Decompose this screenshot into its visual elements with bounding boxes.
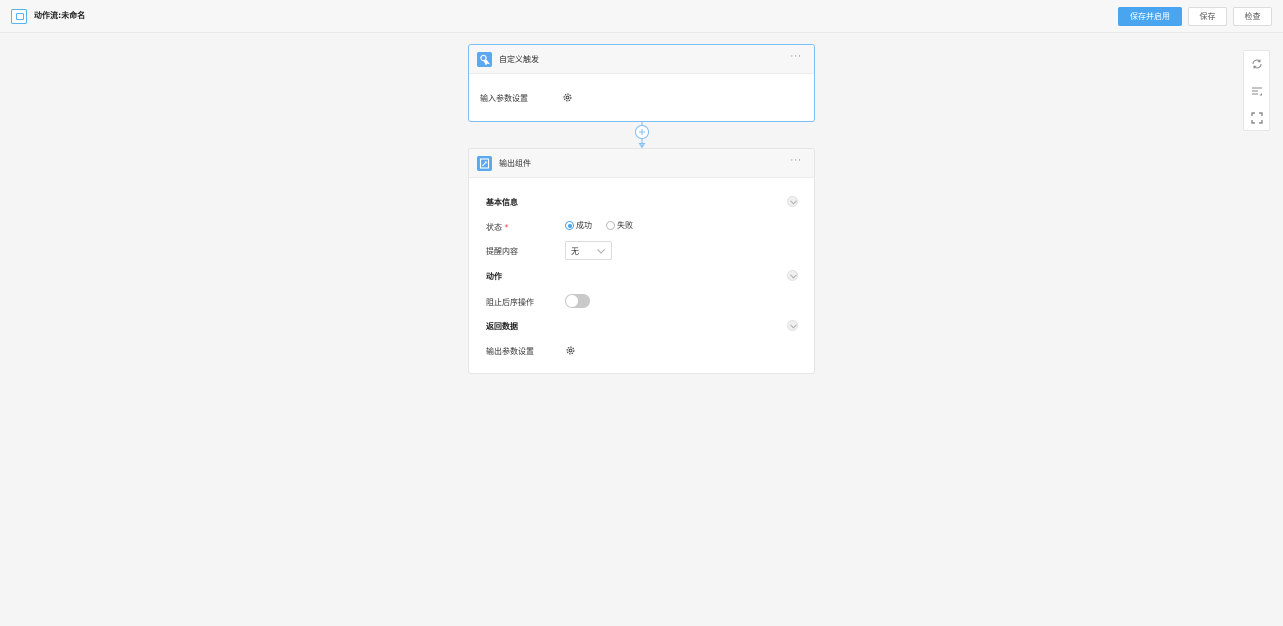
status-label-text: 状态 <box>486 223 502 232</box>
fit-screen-icon <box>1251 112 1263 124</box>
trigger-more-button[interactable]: ··· <box>790 52 802 62</box>
refresh-icon <box>1252 59 1262 69</box>
message-label: 提醒内容 <box>486 247 518 256</box>
save-and-enable-button[interactable]: 保存并启用 <box>1118 7 1182 26</box>
output-params-label: 输出参数设置 <box>486 347 534 356</box>
status-radio-success[interactable] <box>565 221 574 230</box>
message-select-value: 无 <box>571 247 579 256</box>
action-section-title: 动作 <box>486 272 502 281</box>
page-title: 动作流:未命名 <box>34 11 86 20</box>
list-sort-tool-button[interactable] <box>1244 78 1269 104</box>
basic-info-section-title: 基本信息 <box>486 198 518 207</box>
canvas-tools-panel <box>1243 50 1270 131</box>
check-button[interactable]: 检查 <box>1233 7 1272 26</box>
output-card-title: 输出组件 <box>499 159 531 168</box>
list-sort-icon <box>1252 87 1262 96</box>
output-more-button[interactable]: ··· <box>790 156 802 166</box>
trigger-node-icon <box>477 52 492 67</box>
action-collapse-icon[interactable] <box>787 270 798 281</box>
status-option-fail-label[interactable]: 失败 <box>617 220 633 231</box>
block-subsequent-toggle[interactable] <box>565 294 590 308</box>
output-node-icon <box>477 156 492 171</box>
output-params-gear-icon[interactable] <box>565 345 576 358</box>
required-mark: * <box>504 223 509 232</box>
save-button[interactable]: 保存 <box>1188 7 1227 26</box>
input-params-label: 输入参数设置 <box>480 94 528 103</box>
block-subsequent-label: 阻止后序操作 <box>486 298 534 307</box>
basic-info-collapse-icon[interactable] <box>787 196 798 207</box>
return-data-collapse-icon[interactable] <box>787 320 798 331</box>
message-select[interactable]: 无 <box>565 241 612 260</box>
top-bar: 动作流:未命名 保存并启用 保存 检查 <box>0 0 1283 33</box>
refresh-tool-button[interactable] <box>1244 51 1269 77</box>
fit-screen-tool-button[interactable] <box>1244 105 1269 131</box>
workflow-app-icon <box>11 9 27 24</box>
input-params-gear-icon[interactable] <box>562 92 573 105</box>
add-node-button[interactable] <box>633 125 651 139</box>
return-data-section-title: 返回数据 <box>486 322 518 331</box>
output-card-header: 输出组件 ··· <box>469 149 814 178</box>
trigger-card-header: 自定义触发 ··· <box>469 45 814 74</box>
status-label: 状态 * <box>486 222 509 233</box>
status-radio-fail[interactable] <box>606 221 615 230</box>
output-card[interactable]: 输出组件 ··· 基本信息 状态 * 成功 失败 提醒内容 无 动作 阻止后序操… <box>468 148 815 374</box>
trigger-card-title: 自定义触发 <box>499 55 539 64</box>
trigger-card[interactable]: 自定义触发 ··· 输入参数设置 <box>468 44 815 122</box>
status-option-success-label[interactable]: 成功 <box>576 220 592 231</box>
chevron-down-icon <box>597 249 605 254</box>
